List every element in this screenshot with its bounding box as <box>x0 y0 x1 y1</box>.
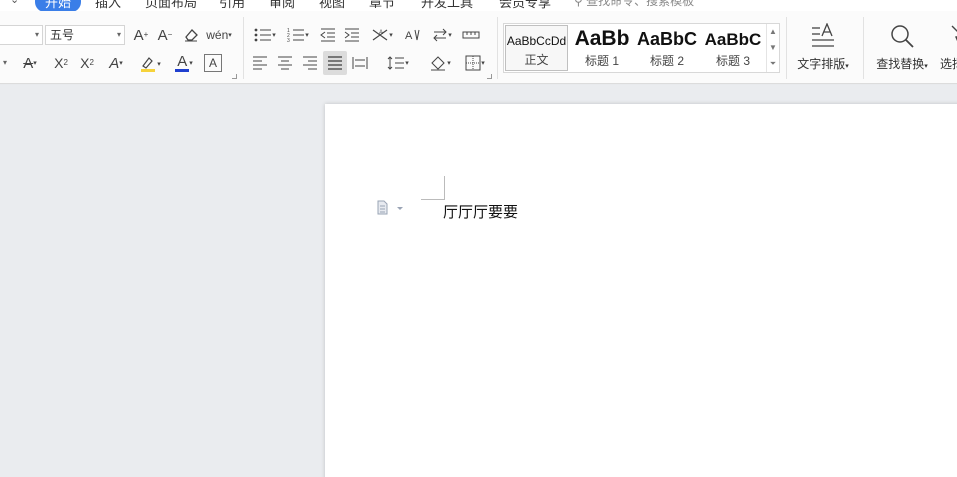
separator <box>243 17 244 79</box>
command-search[interactable]: ⚲ 查找命令、搜索模板 <box>574 0 694 9</box>
tab-references[interactable]: 引用 <box>219 0 245 11</box>
justify-icon[interactable] <box>323 51 347 75</box>
magnifier-icon <box>871 23 933 51</box>
ruler-icon[interactable] <box>460 26 482 44</box>
find-replace-label: 查找替换 <box>876 57 925 71</box>
phonetic-guide-icon[interactable]: wén ▾ <box>206 25 232 45</box>
separator <box>786 17 787 79</box>
svg-text:3: 3 <box>287 38 290 42</box>
bullet-list-icon[interactable]: ▾ <box>251 26 279 44</box>
align-left-icon[interactable] <box>250 54 270 72</box>
tab-insert[interactable]: 插入 <box>95 0 121 11</box>
align-center-icon[interactable] <box>275 54 295 72</box>
line-spacing-icon[interactable]: ▾ <box>383 54 413 72</box>
shading-icon[interactable]: ▾ <box>425 54 455 72</box>
text-layout-button[interactable]: 文字排版▾ <box>792 22 854 72</box>
find-replace-button[interactable]: 查找替换▾ <box>871 23 933 72</box>
tab-sections[interactable]: 章节 <box>369 0 395 11</box>
subscript-icon[interactable]: X2 <box>76 54 98 72</box>
tab-developer[interactable]: 开发工具 <box>421 0 473 11</box>
style-normal[interactable]: AaBbCcDd 正文 <box>505 25 568 71</box>
document-paragraph-icon <box>377 200 403 215</box>
expand-gallery-icon[interactable]: ⏷ <box>767 56 779 72</box>
text-layout-icon <box>792 22 854 51</box>
command-search-placeholder: 查找命令、搜索模板 <box>586 0 695 8</box>
decrease-font-size-icon[interactable]: A − <box>155 26 175 44</box>
svg-text:A: A <box>405 30 413 42</box>
chinese-layout-icon[interactable]: A ▾ <box>367 26 397 44</box>
text-layout-label: 文字排版 <box>797 57 846 71</box>
style-heading-2[interactable]: AaBbC 标题 2 <box>635 25 699 71</box>
decrease-indent-icon[interactable] <box>318 26 338 44</box>
style-preview: AaBbCcDd <box>506 34 567 48</box>
font-size-select[interactable]: 五号 ▾ <box>45 25 125 45</box>
select-label: 选择 <box>940 57 957 71</box>
increase-font-size-icon[interactable]: A + <box>131 26 151 44</box>
document-workspace: 厅厅厅要要 <box>0 85 957 477</box>
svg-text:A: A <box>379 30 383 36</box>
distributed-align-icon[interactable] <box>350 54 370 72</box>
search-icon: ⚲ <box>574 0 583 8</box>
superscript-icon[interactable]: X2 <box>50 54 72 72</box>
scroll-up-icon[interactable]: ▲ <box>767 24 779 40</box>
gallery-scroll[interactable]: ▲ ▼ ⏷ <box>766 24 779 72</box>
show-hide-marks-icon[interactable]: A <box>403 26 423 44</box>
increase-indent-icon[interactable] <box>342 26 362 44</box>
clear-format-eraser-icon[interactable] <box>181 26 201 44</box>
font-color-icon[interactable]: A ▾ <box>170 53 198 73</box>
tab-view[interactable]: 视图 <box>319 0 345 11</box>
style-label: 正文 <box>524 53 549 67</box>
select-cursor-icon <box>940 23 957 51</box>
style-label: 标题 2 <box>649 54 684 68</box>
align-right-icon[interactable] <box>300 54 320 72</box>
font-dialog-launcher-icon[interactable] <box>232 74 237 79</box>
paragraph-dialog-launcher-icon[interactable] <box>487 74 492 79</box>
numbered-list-icon[interactable]: 1 2 3 ▾ <box>284 26 312 44</box>
paragraph-handle[interactable] <box>376 200 406 219</box>
ribbon-toolbar: ▾ 五号 ▾ A + A − wén ▾ ▾ A ▾ X2 X2 A ▾ ▾ A ▾ A ▾… <box>0 11 957 84</box>
borders-icon[interactable]: ▾ <box>460 54 490 72</box>
style-label: 标题 1 <box>584 54 619 68</box>
character-border-icon[interactable]: A <box>204 54 222 72</box>
style-preview: AaBb <box>574 27 630 50</box>
tab-member[interactable]: 会员专享 <box>499 0 551 11</box>
separator <box>863 17 864 79</box>
style-label: 标题 3 <box>715 54 750 68</box>
margin-corner-mark <box>421 176 445 200</box>
font-name-select[interactable]: ▾ <box>0 25 43 45</box>
collapse-chevron-icon[interactable]: ⌄ <box>10 0 19 6</box>
styles-gallery: AaBbCcDd 正文 AaBb 标题 1 AaBbC 标题 2 AaBbC 标… <box>503 23 780 73</box>
style-heading-3[interactable]: AaBbC 标题 3 <box>700 25 766 71</box>
separator <box>497 17 498 79</box>
tab-page-layout[interactable]: 页面布局 <box>145 0 197 11</box>
font-size-value: 五号 <box>50 28 75 42</box>
style-preview: AaBbC <box>636 29 697 49</box>
style-preview: AaBbC <box>704 30 762 49</box>
strikethrough-icon[interactable]: A ▾ <box>16 54 44 72</box>
tab-review[interactable]: 审阅 <box>269 0 295 11</box>
highlight-color-icon[interactable]: ▾ <box>136 54 164 74</box>
dropdown-arrow-icon: ▾ <box>116 30 121 39</box>
select-button[interactable]: 选择 <box>940 23 957 72</box>
dropdown-arrow-icon: ▾ <box>34 30 39 39</box>
text-direction-icon[interactable]: ▾ <box>428 26 456 44</box>
style-heading-1[interactable]: AaBb 标题 1 <box>570 25 634 71</box>
scroll-down-icon[interactable]: ▼ <box>767 40 779 56</box>
menu-bar: ⌄ 开始 插入 页面布局 引用 审阅 视图 章节 开发工具 会员专享 ⚲ 查找命… <box>0 0 957 12</box>
dropdown-arrow-icon[interactable]: ▾ <box>0 57 10 69</box>
document-page[interactable]: 厅厅厅要要 <box>325 104 957 477</box>
document-paragraph[interactable]: 厅厅厅要要 <box>443 201 518 222</box>
text-effect-icon[interactable]: A ▾ <box>102 54 130 72</box>
